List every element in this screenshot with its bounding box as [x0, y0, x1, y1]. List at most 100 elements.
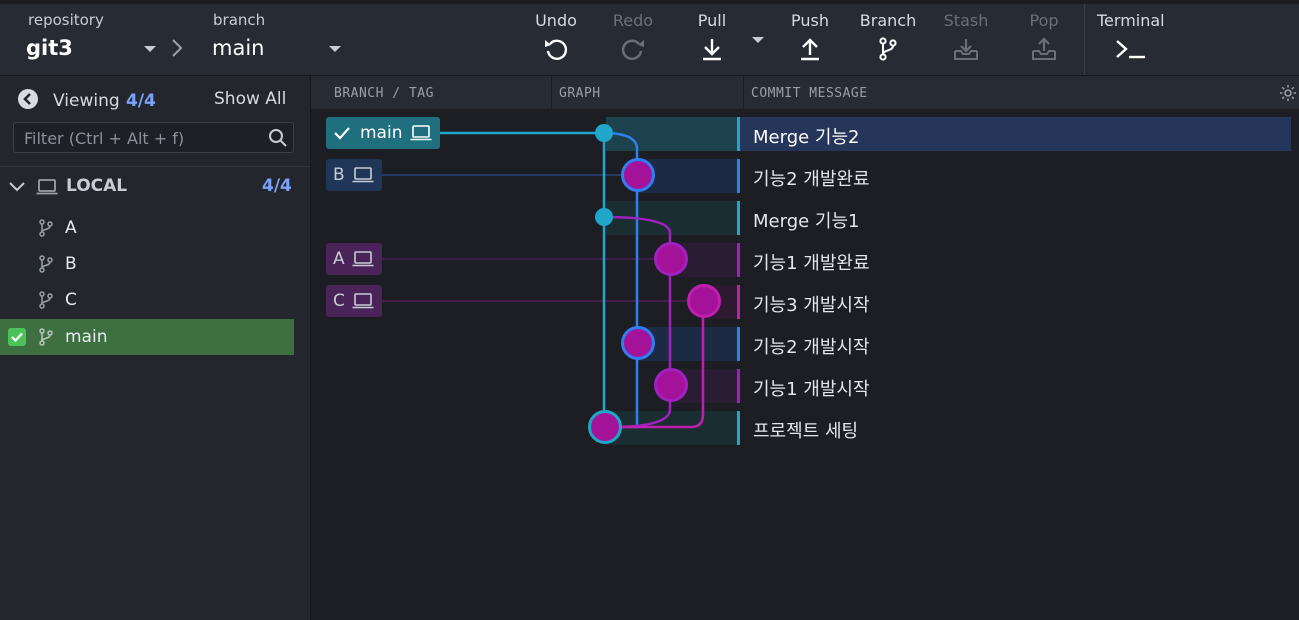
git-branch-icon	[39, 291, 53, 309]
undo-label: Undo	[535, 11, 577, 30]
commit-message: 기능1 개발시작	[753, 379, 870, 400]
pop-label: Pop	[1029, 11, 1059, 30]
lane-color-bar	[737, 369, 740, 403]
lane-color-bar	[737, 201, 740, 235]
local-label: LOCAL	[66, 176, 128, 196]
pull-options-caret[interactable]	[752, 37, 764, 43]
commit-avatar[interactable]	[654, 368, 688, 402]
lane-color-bar	[737, 117, 740, 151]
commit-avatar[interactable]	[654, 242, 688, 276]
pull-label: Pull	[697, 11, 727, 30]
branch-selector[interactable]: branch main	[205, 6, 350, 68]
commit-row[interactable]: 기능1 개발시작	[737, 369, 1291, 403]
commit-row[interactable]: Merge 기능1	[737, 201, 1291, 235]
filter-input[interactable]	[22, 126, 266, 150]
toolbar-separator	[1084, 4, 1085, 75]
check-icon	[334, 127, 350, 140]
redo-button[interactable]: Redo	[598, 10, 668, 70]
window-top-strip	[0, 0, 1299, 4]
lane-color-bar	[737, 159, 740, 193]
ref-name: A	[333, 249, 345, 269]
commit-message: 기능1 개발완료	[753, 253, 870, 274]
commit-message: 기능3 개발시작	[753, 295, 870, 316]
column-branch-tag[interactable]: BRANCH / TAG	[334, 86, 434, 101]
local-section-header[interactable]: LOCAL 4/4	[0, 172, 310, 202]
git-branch-icon	[39, 328, 53, 346]
stash-label: Stash	[943, 11, 989, 30]
ref-name: main	[360, 123, 403, 143]
commit-row[interactable]: 기능2 개발시작	[737, 327, 1291, 361]
commit-message: 프로젝트 세팅	[753, 421, 859, 442]
pull-button[interactable]: Pull	[677, 10, 747, 70]
branch-name: C	[65, 290, 77, 310]
column-graph[interactable]: GRAPH	[559, 86, 601, 101]
commit-row[interactable]: Merge 기능2	[737, 117, 1291, 151]
local-branch-b[interactable]: B	[0, 246, 294, 282]
git-branch-icon	[39, 255, 53, 273]
local-branch-main[interactable]: main	[0, 319, 294, 355]
chevron-right-icon	[172, 39, 183, 57]
local-count: 4/4	[262, 176, 292, 196]
commit-row[interactable]: 기능1 개발완료	[737, 243, 1291, 277]
pop-button[interactable]: Pop	[1009, 10, 1079, 70]
gear-icon[interactable]	[1279, 84, 1297, 102]
commit-node-merge[interactable]	[595, 208, 613, 226]
git-branch-icon	[39, 219, 53, 237]
ref-a[interactable]: A	[326, 243, 382, 275]
left-panel: Viewing 4/4 Show All LOCAL 4/4 A B C mai…	[0, 76, 311, 620]
viewing-count: 4/4	[126, 91, 156, 111]
terminal-button[interactable]: Terminal	[1095, 10, 1169, 70]
commit-avatar[interactable]	[687, 284, 721, 318]
branch-button[interactable]: Branch	[853, 10, 923, 70]
commit-message: Merge 기능2	[753, 127, 860, 148]
lane-color-bar	[737, 411, 740, 445]
commit-node-merge[interactable]	[595, 124, 613, 142]
local-branch-c[interactable]: C	[0, 282, 294, 318]
undo-button[interactable]: Undo	[521, 10, 591, 70]
branch-label: branch	[213, 11, 266, 29]
lane-color-bar	[737, 327, 740, 361]
commit-row[interactable]: 기능3 개발시작	[737, 285, 1291, 319]
branch-name: A	[65, 218, 77, 238]
repository-selector[interactable]: repository git3	[20, 6, 165, 68]
branch-name: main	[65, 327, 108, 347]
column-divider[interactable]	[743, 76, 744, 109]
chevron-down-icon	[9, 182, 25, 192]
branch-name: B	[65, 254, 77, 274]
checkbox-checked-icon[interactable]	[8, 328, 26, 346]
ref-name: B	[333, 165, 345, 185]
show-all-button[interactable]: Show All	[214, 89, 286, 109]
ref-main[interactable]: main	[326, 117, 440, 149]
ref-b[interactable]: B	[326, 159, 382, 191]
column-divider[interactable]	[551, 76, 552, 109]
laptop-icon	[352, 251, 374, 267]
pop-icon	[1032, 37, 1056, 60]
collapse-panel-icon[interactable]	[17, 88, 39, 110]
repository-label: repository	[28, 11, 104, 29]
branch-name: main	[212, 36, 265, 60]
commit-message: 기능2 개발시작	[753, 337, 870, 358]
commit-avatar[interactable]	[588, 410, 622, 444]
push-button[interactable]: Push	[775, 10, 845, 70]
local-branch-a[interactable]: A	[0, 210, 294, 246]
search-icon[interactable]	[268, 128, 288, 148]
ref-name: C	[333, 291, 345, 311]
redo-icon	[621, 39, 644, 60]
commit-avatar[interactable]	[621, 326, 655, 360]
commit-message: 기능2 개발완료	[753, 169, 870, 190]
repository-dropdown-caret	[144, 46, 156, 52]
commit-row[interactable]: 기능2 개발완료	[737, 159, 1291, 193]
panel-divider	[0, 166, 310, 167]
commit-avatar[interactable]	[621, 158, 655, 192]
terminal-label: Terminal	[1097, 11, 1165, 30]
laptop-icon	[352, 293, 374, 309]
ref-c[interactable]: C	[326, 285, 382, 317]
push-label: Push	[791, 11, 829, 30]
commit-row[interactable]: 프로젝트 세팅	[737, 411, 1291, 445]
laptop-icon	[352, 167, 374, 183]
undo-icon	[545, 39, 568, 60]
stash-icon	[954, 39, 978, 60]
filter-box	[13, 122, 294, 153]
column-commit-message[interactable]: COMMIT MESSAGE	[751, 86, 868, 101]
stash-button[interactable]: Stash	[931, 10, 1001, 70]
